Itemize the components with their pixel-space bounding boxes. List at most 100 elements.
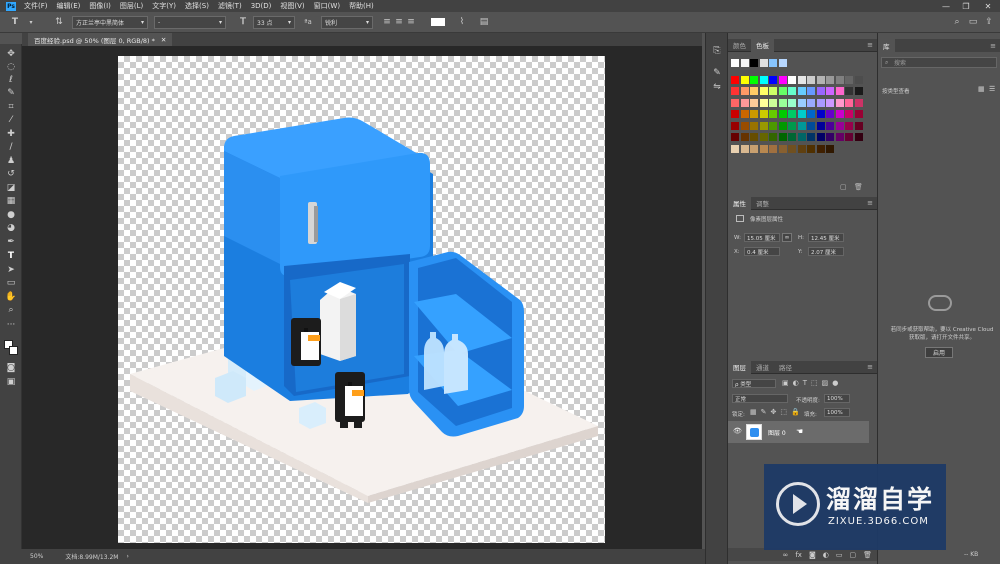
menu-3d[interactable]: 3D(D) [251,2,272,10]
color-swatch[interactable] [854,110,863,118]
color-swatch[interactable] [835,110,844,118]
color-swatch[interactable] [816,133,825,141]
opacity-field[interactable]: 100% [824,394,850,403]
quick-mask-icon[interactable]: ◙ [4,362,18,374]
align-center-icon[interactable]: ≡ [393,17,405,27]
menu-edit[interactable]: 编辑(E) [57,1,81,11]
grid-view-icon[interactable]: ▦ [978,85,985,93]
tab-properties[interactable]: 属性 [728,196,751,210]
swatch-grid[interactable] [728,53,878,193]
color-swatch[interactable] [788,121,796,130]
chevron-down-icon[interactable]: ▾ [24,19,38,26]
crop-tool-icon[interactable]: ⌗ [4,101,18,113]
align-left-icon[interactable]: ≡ [381,17,393,27]
marquee-tool-icon[interactable]: ◌ [4,61,18,73]
type-tool-icon[interactable]: T [4,250,18,262]
color-swatch[interactable] [788,87,796,95]
healing-tool-icon[interactable]: ✚ [4,128,18,140]
color-swatch[interactable] [816,110,825,118]
new-layer-icon[interactable]: ▢ [849,551,856,559]
color-swatch[interactable] [759,144,768,153]
color-swatch[interactable] [759,110,768,118]
tab-layers[interactable]: 图层 [728,360,751,374]
color-swatch[interactable] [788,110,796,118]
color-swatch[interactable] [807,98,815,107]
color-swatch[interactable] [807,75,815,84]
width-field[interactable]: 15.05 厘米 [744,233,780,242]
layer-row[interactable]: 👁 图层 0 ☚ [728,421,869,443]
lasso-tool-icon[interactable]: ℓ [4,74,18,86]
adjustment-layer-icon[interactable]: ◐ [823,551,829,559]
menu-type[interactable]: 文字(Y) [152,1,176,11]
color-swatch[interactable] [835,98,844,107]
tab-swatches[interactable]: 色板 [751,38,774,52]
color-swatch[interactable] [778,75,787,84]
close-tab-icon[interactable]: ✕ [161,36,166,44]
lock-icons[interactable]: ▦✎✥⬚🔒 [750,408,804,416]
rectangle-tool-icon[interactable]: ▭ [4,277,18,289]
type-tool-icon[interactable]: T [6,17,24,27]
color-swatch[interactable] [759,87,768,95]
view-by-type-label[interactable]: 按类型查看 [882,87,910,95]
hand-tool-icon[interactable]: ✋ [4,291,18,303]
gradient-tool-icon[interactable]: ▦ [4,195,18,207]
color-swatch[interactable] [740,98,749,107]
color-swatch[interactable] [769,110,777,118]
dodge-tool-icon[interactable]: ◕ [4,222,18,234]
color-swatch[interactable] [769,133,777,141]
path-select-icon[interactable]: ➤ [4,264,18,276]
color-swatch[interactable] [759,75,768,84]
color-swatch[interactable] [845,110,853,118]
fill-field[interactable]: 100% [824,408,850,417]
link-icon[interactable]: ∞ [782,233,792,242]
color-swatch[interactable] [769,121,777,130]
document-tab[interactable]: 百度经验.psd @ 50% (图层 0, RGB/8) * ✕ [28,33,173,46]
y-field[interactable]: 2.07 厘米 [808,247,844,256]
blend-mode-select[interactable]: 正常 [732,394,788,403]
font-family-select[interactable]: 方正兰亭中黑简体 ▾ [72,15,148,29]
list-view-icon[interactable]: ☰ [989,85,995,93]
character-panel-icon[interactable]: ▤ [477,17,491,27]
visibility-eye-icon[interactable]: 👁 [733,427,742,435]
color-swatch[interactable] [826,75,834,84]
color-swatch[interactable] [750,87,758,95]
history-brush-icon[interactable]: ↺ [4,168,18,180]
color-swatch[interactable] [769,87,777,95]
color-swatch[interactable] [807,87,815,95]
color-swatch[interactable] [788,133,796,141]
color-swatch[interactable] [778,98,787,107]
color-swatch[interactable] [750,121,758,130]
color-swatch[interactable] [826,144,834,153]
layer-filter-icons[interactable]: ▣◐T⬚▨● [782,379,842,387]
color-swatch[interactable] [731,110,739,118]
color-swatch[interactable] [797,87,806,95]
color-swatch[interactable] [769,144,777,153]
menu-image[interactable]: 图像(I) [89,1,111,11]
color-swatch[interactable] [816,87,825,95]
tab-adjustments[interactable]: 调整 [751,197,774,210]
font-size-select[interactable]: 33 点 ▾ [253,15,295,29]
color-swatch[interactable] [816,98,825,107]
color-swatch[interactable] [750,144,758,153]
color-swatch[interactable] [807,133,815,141]
minimize-icon[interactable]: — [936,0,956,12]
tab-paths[interactable]: 路径 [774,361,797,374]
color-swatch[interactable] [835,133,844,141]
panel-menu-icon[interactable]: ≡ [867,41,873,49]
color-swatch[interactable] [797,110,806,118]
color-swatch[interactable] [788,144,796,153]
color-swatch[interactable] [826,121,834,130]
workspace-icon[interactable]: ▭ [966,17,980,27]
color-swatch[interactable] [759,133,768,141]
new-swatch-icon[interactable]: ▢ [840,183,847,191]
history-icon[interactable]: ⎘ [710,45,724,57]
color-swatch[interactable] [854,98,863,107]
color-swatch[interactable] [816,144,825,153]
color-swatch[interactable] [750,98,758,107]
x-field[interactable]: 0.4 厘米 [744,247,780,256]
color-swatch[interactable] [731,121,739,130]
move-tool-icon[interactable]: ✥ [4,48,18,60]
color-swatch[interactable] [807,144,815,153]
menu-filter[interactable]: 滤镜(T) [218,1,242,11]
color-swatch[interactable] [797,75,806,84]
